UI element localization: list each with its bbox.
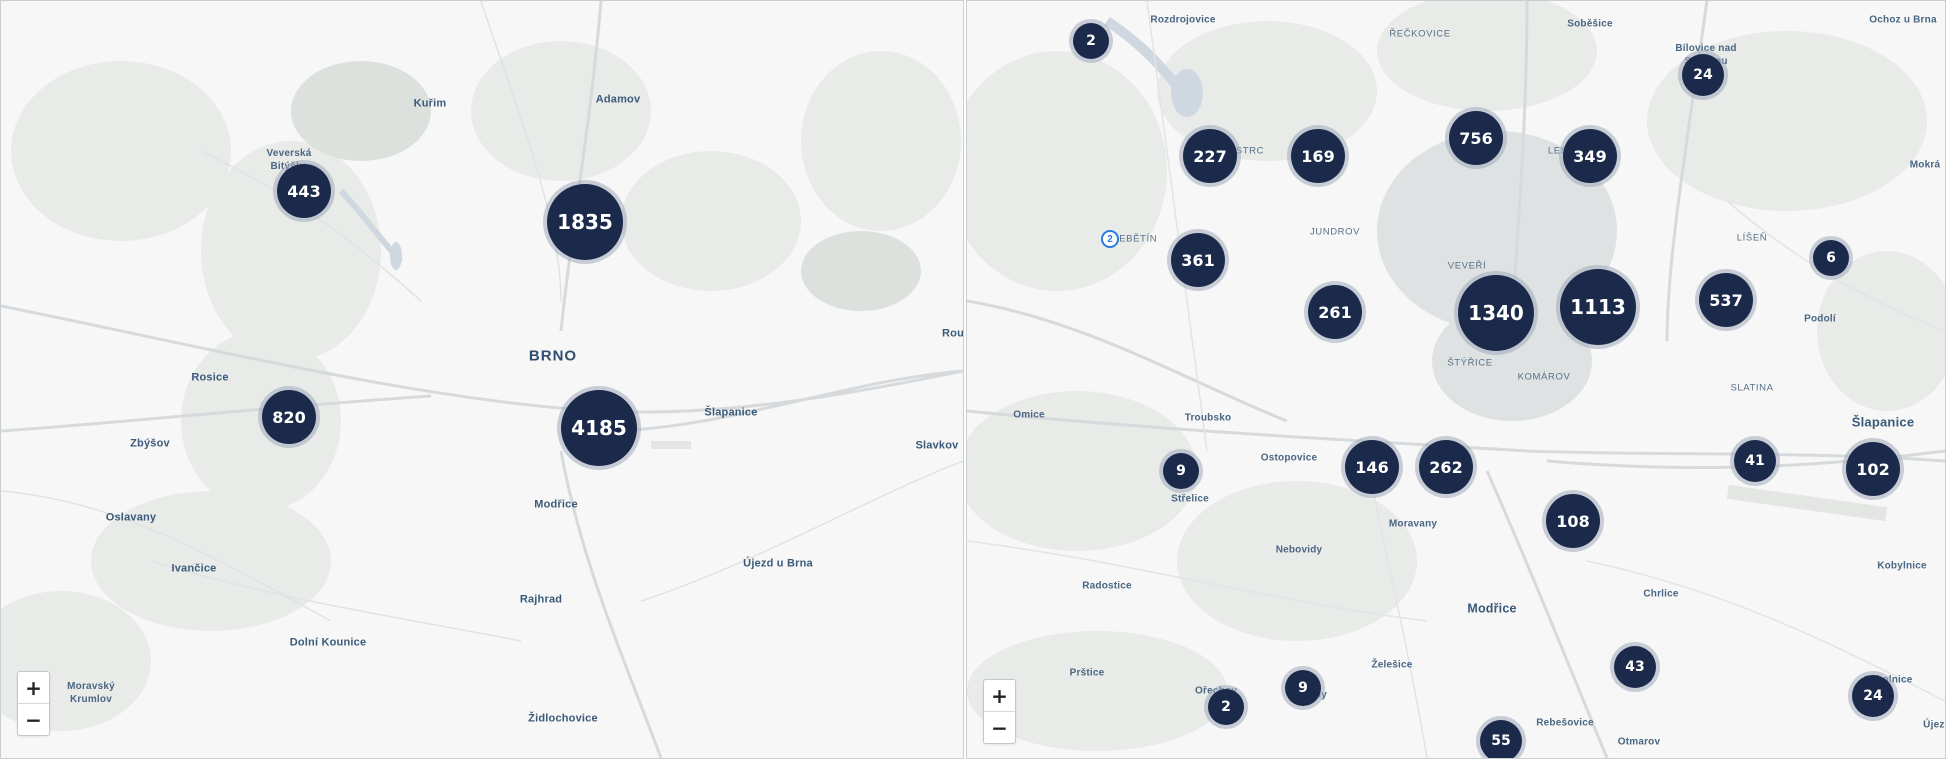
map-cluster-marker[interactable]: 41 bbox=[1734, 440, 1776, 482]
place-label-lisen: LÍŠEŇ bbox=[1736, 232, 1768, 244]
place-label-brno: BRNO bbox=[528, 347, 578, 365]
map-cluster-marker[interactable]: 102 bbox=[1846, 442, 1900, 496]
place-label-ivancice: Ivančice bbox=[171, 562, 217, 575]
place-label-ochoz-u-brna: Ochoz u Brna bbox=[1869, 14, 1937, 26]
place-label-rebesovice: Rebešovice bbox=[1536, 717, 1594, 729]
place-label-rajhrad: Rajhrad bbox=[519, 593, 563, 606]
place-label-komarov: KOMÁROV bbox=[1517, 371, 1571, 383]
map-cluster-marker[interactable]: 1340 bbox=[1458, 275, 1534, 351]
place-label-slapanice: Šlapanice bbox=[1851, 414, 1915, 430]
zoom-in-button[interactable]: + bbox=[984, 680, 1015, 711]
right-map-panel[interactable]: Rozdrojovice ŘEČKOVICE Soběšice Ochoz u … bbox=[966, 0, 1946, 759]
map-cluster-marker[interactable]: 1113 bbox=[1560, 269, 1636, 345]
map-cluster-marker[interactable]: 820 bbox=[262, 390, 316, 444]
place-label-rosice: Rosice bbox=[191, 371, 229, 384]
place-label-modrice: Modřice bbox=[1467, 601, 1517, 616]
place-label-ujezd-u-brna: Újezd u Brna bbox=[743, 557, 813, 570]
right-basemap[interactable] bbox=[967, 1, 1945, 758]
map-cluster-marker[interactable]: 2 bbox=[1208, 689, 1244, 725]
right-zoom-control: + − bbox=[983, 679, 1016, 744]
place-label-radostice: Radostice bbox=[1082, 580, 1132, 592]
place-label-omice: Omice bbox=[1013, 409, 1045, 421]
place-label-chrlice: Chrlice bbox=[1643, 588, 1679, 600]
place-label-zbysov: Zbýšov bbox=[130, 437, 170, 450]
map-cluster-marker[interactable]: 24 bbox=[1852, 675, 1894, 717]
map-cluster-marker[interactable]: 443 bbox=[277, 164, 331, 218]
place-label-nebovidy: Nebovidy bbox=[1275, 544, 1323, 556]
place-label-ostopovice: Ostopovice bbox=[1260, 452, 1318, 464]
place-label-dolni-kounice: Dolní Kounice bbox=[289, 636, 367, 649]
place-label-zebetin: ŽEBĚTÍN bbox=[1112, 233, 1158, 245]
map-cluster-marker[interactable]: 108 bbox=[1546, 494, 1600, 548]
place-label-podoli: Podolí bbox=[1804, 313, 1836, 325]
zoom-out-button[interactable]: − bbox=[18, 703, 49, 735]
map-cluster-marker[interactable]: 537 bbox=[1699, 273, 1753, 327]
place-label-troubsko: Troubsko bbox=[1184, 412, 1232, 424]
left-map-panel[interactable]: Kuřim Adamov Veverská Bitýška BRNO Rosic… bbox=[0, 0, 964, 759]
place-label-styrice: ŠTÝŘICE bbox=[1447, 357, 1493, 369]
location-pin-marker[interactable]: 2 bbox=[1101, 230, 1119, 248]
map-cluster-marker[interactable]: 2 bbox=[1073, 23, 1109, 59]
map-cluster-marker[interactable]: 6 bbox=[1813, 240, 1849, 276]
zoom-out-button[interactable]: − bbox=[984, 711, 1015, 743]
map-cluster-marker[interactable]: 261 bbox=[1308, 285, 1362, 339]
map-cluster-marker[interactable]: 146 bbox=[1345, 440, 1399, 494]
place-label-veveri: VEVEŘÍ bbox=[1447, 260, 1487, 272]
left-basemap[interactable] bbox=[1, 1, 963, 758]
map-cluster-marker[interactable]: 24 bbox=[1682, 54, 1724, 96]
map-cluster-marker[interactable]: 9 bbox=[1163, 453, 1199, 489]
place-label-sobesice: Soběšice bbox=[1567, 18, 1613, 30]
left-zoom-control: + − bbox=[17, 671, 50, 736]
place-label-otmarov: Otmarov bbox=[1617, 736, 1661, 748]
place-label-moravsky-krumlov: Moravský Krumlov bbox=[67, 681, 115, 705]
map-cluster-marker[interactable]: 756 bbox=[1449, 111, 1503, 165]
place-label-rozdrojovice: Rozdrojovice bbox=[1150, 14, 1216, 26]
place-label-jundrov: JUNDROV bbox=[1309, 226, 1361, 238]
map-cluster-marker[interactable]: 4185 bbox=[561, 390, 637, 466]
place-label-zelesice: Želešice bbox=[1371, 659, 1413, 671]
place-label-modrice: Modřice bbox=[534, 498, 578, 511]
place-label-reckovice: ŘEČKOVICE bbox=[1389, 28, 1451, 40]
place-label-prstice: Prštice bbox=[1069, 667, 1105, 679]
map-cluster-marker[interactable]: 349 bbox=[1563, 129, 1617, 183]
place-label-rou: Rou bbox=[942, 327, 964, 340]
map-cluster-marker[interactable]: 43 bbox=[1614, 646, 1656, 688]
place-label-strelice: Střelice bbox=[1171, 493, 1209, 505]
map-cluster-marker[interactable]: 262 bbox=[1419, 440, 1473, 494]
place-label-slavkov: Slavkov bbox=[915, 439, 959, 452]
map-cluster-marker[interactable]: 55 bbox=[1480, 720, 1522, 758]
place-label-adamov: Adamov bbox=[595, 93, 641, 106]
place-label-mokra: Mokrá bbox=[1909, 159, 1941, 171]
map-cluster-marker[interactable]: 1835 bbox=[547, 184, 623, 260]
map-cluster-marker[interactable]: 227 bbox=[1183, 129, 1237, 183]
place-label-kobylnice: Kobylnice bbox=[1877, 560, 1927, 572]
place-label-zidlochovice: Židlochovice bbox=[528, 712, 598, 725]
place-label-slatina: SLATINA bbox=[1730, 382, 1774, 394]
map-comparison: Kuřim Adamov Veverská Bitýška BRNO Rosic… bbox=[0, 0, 1946, 759]
place-label-slapanice: Šlapanice bbox=[704, 406, 758, 419]
place-label-moravany: Moravany bbox=[1388, 518, 1438, 530]
map-cluster-marker[interactable]: 361 bbox=[1171, 233, 1225, 287]
place-label-oslavany: Oslavany bbox=[105, 511, 157, 524]
zoom-in-button[interactable]: + bbox=[18, 672, 49, 703]
place-label-ujezd: Újezd bbox=[1923, 719, 1945, 731]
map-cluster-marker[interactable]: 169 bbox=[1291, 129, 1345, 183]
place-label-kurim: Kuřim bbox=[413, 97, 447, 110]
map-cluster-marker[interactable]: 9 bbox=[1285, 670, 1321, 706]
